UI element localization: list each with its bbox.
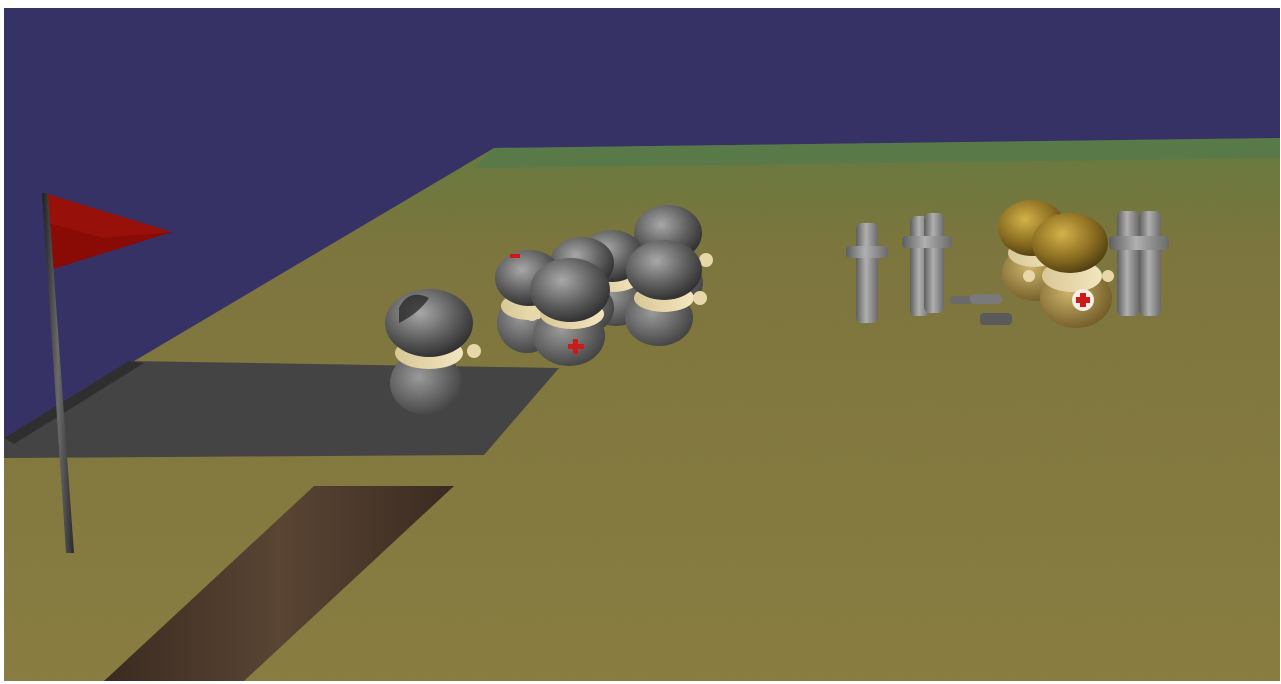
medic-cross-icon <box>1072 289 1094 311</box>
helmet <box>626 240 702 300</box>
medic-cross-icon <box>510 254 520 258</box>
stone-post <box>1109 211 1169 316</box>
helmet <box>1032 213 1108 273</box>
helmet <box>530 258 610 322</box>
helmet <box>385 289 473 357</box>
game-viewport[interactable] <box>4 8 1280 681</box>
window-frame <box>0 0 1281 8</box>
medic-soldier-figure[interactable] <box>525 258 610 366</box>
